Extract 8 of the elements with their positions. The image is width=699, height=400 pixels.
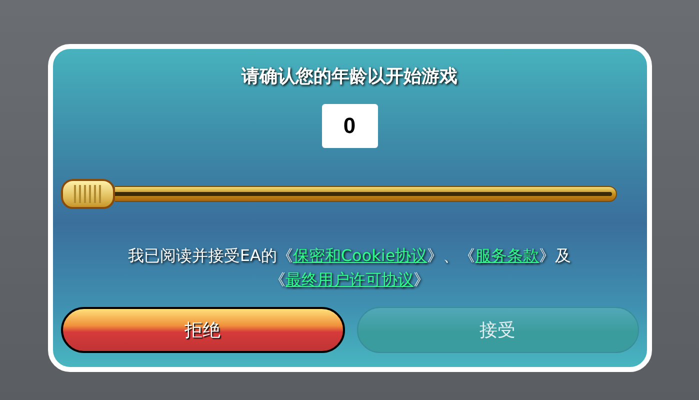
policy-link[interactable]: 服务条款 bbox=[475, 246, 540, 265]
age-field[interactable]: 0 bbox=[322, 104, 378, 148]
consent-text: 我已阅读并接受EA的《保密和Cookie协议》、《服务条款》及《最终用户许可协议》 bbox=[126, 245, 572, 291]
slider-thumb[interactable] bbox=[60, 179, 114, 209]
policy-link[interactable]: 最终用户许可协议 bbox=[286, 270, 414, 289]
dialog-title: 请确认您的年龄以开始游戏 bbox=[242, 65, 458, 89]
decline-button[interactable]: 拒绝 bbox=[60, 307, 344, 353]
policy-link[interactable]: 保密和Cookie协议 bbox=[292, 246, 428, 265]
